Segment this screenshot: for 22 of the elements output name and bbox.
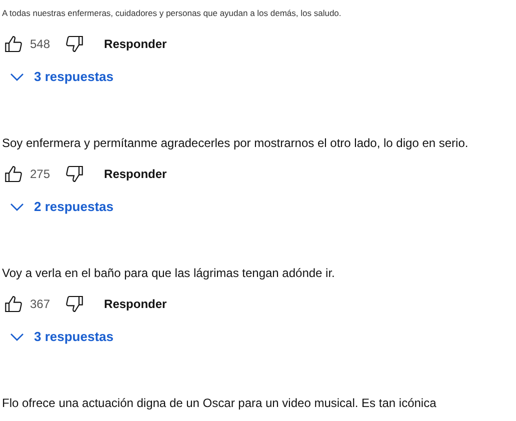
thumbs-down-icon[interactable] — [64, 34, 84, 54]
like-count: 367 — [30, 296, 50, 313]
thumbs-up-icon[interactable] — [4, 164, 24, 184]
replies-toggle[interactable]: 2 respuestas — [10, 197, 114, 217]
thumbs-up-icon[interactable] — [4, 34, 24, 54]
reply-button[interactable]: Responder — [104, 165, 167, 183]
chevron-down-icon — [10, 332, 24, 342]
comment-text: Flo ofrece una actuación digna de un Oscar para un video musical. Es tan icónica — [2, 395, 436, 412]
like-count: 275 — [30, 166, 50, 183]
reply-button[interactable]: Responder — [104, 295, 167, 313]
thumbs-down-icon[interactable] — [64, 294, 84, 314]
comment-text: Voy a verla en el baño para que las lágrimas tengan adónde ir. — [2, 265, 335, 282]
replies-toggle[interactable]: 3 respuestas — [10, 327, 114, 347]
thumbs-down-icon[interactable] — [64, 164, 84, 184]
reply-button[interactable]: Responder — [104, 35, 167, 53]
chevron-down-icon — [10, 72, 24, 82]
thumbs-up-icon[interactable] — [4, 294, 24, 314]
chevron-down-icon — [10, 202, 24, 212]
comment-text: A todas nuestras enfermeras, cuidadores y personas que ayudan a los demás, los saludo. — [2, 6, 342, 20]
like-count: 548 — [30, 36, 50, 53]
comment-text: Soy enfermera y permítanme agradecerles por mostrarnos el otro lado, lo digo en serio. — [2, 135, 468, 152]
replies-toggle[interactable]: 3 respuestas — [10, 67, 114, 87]
